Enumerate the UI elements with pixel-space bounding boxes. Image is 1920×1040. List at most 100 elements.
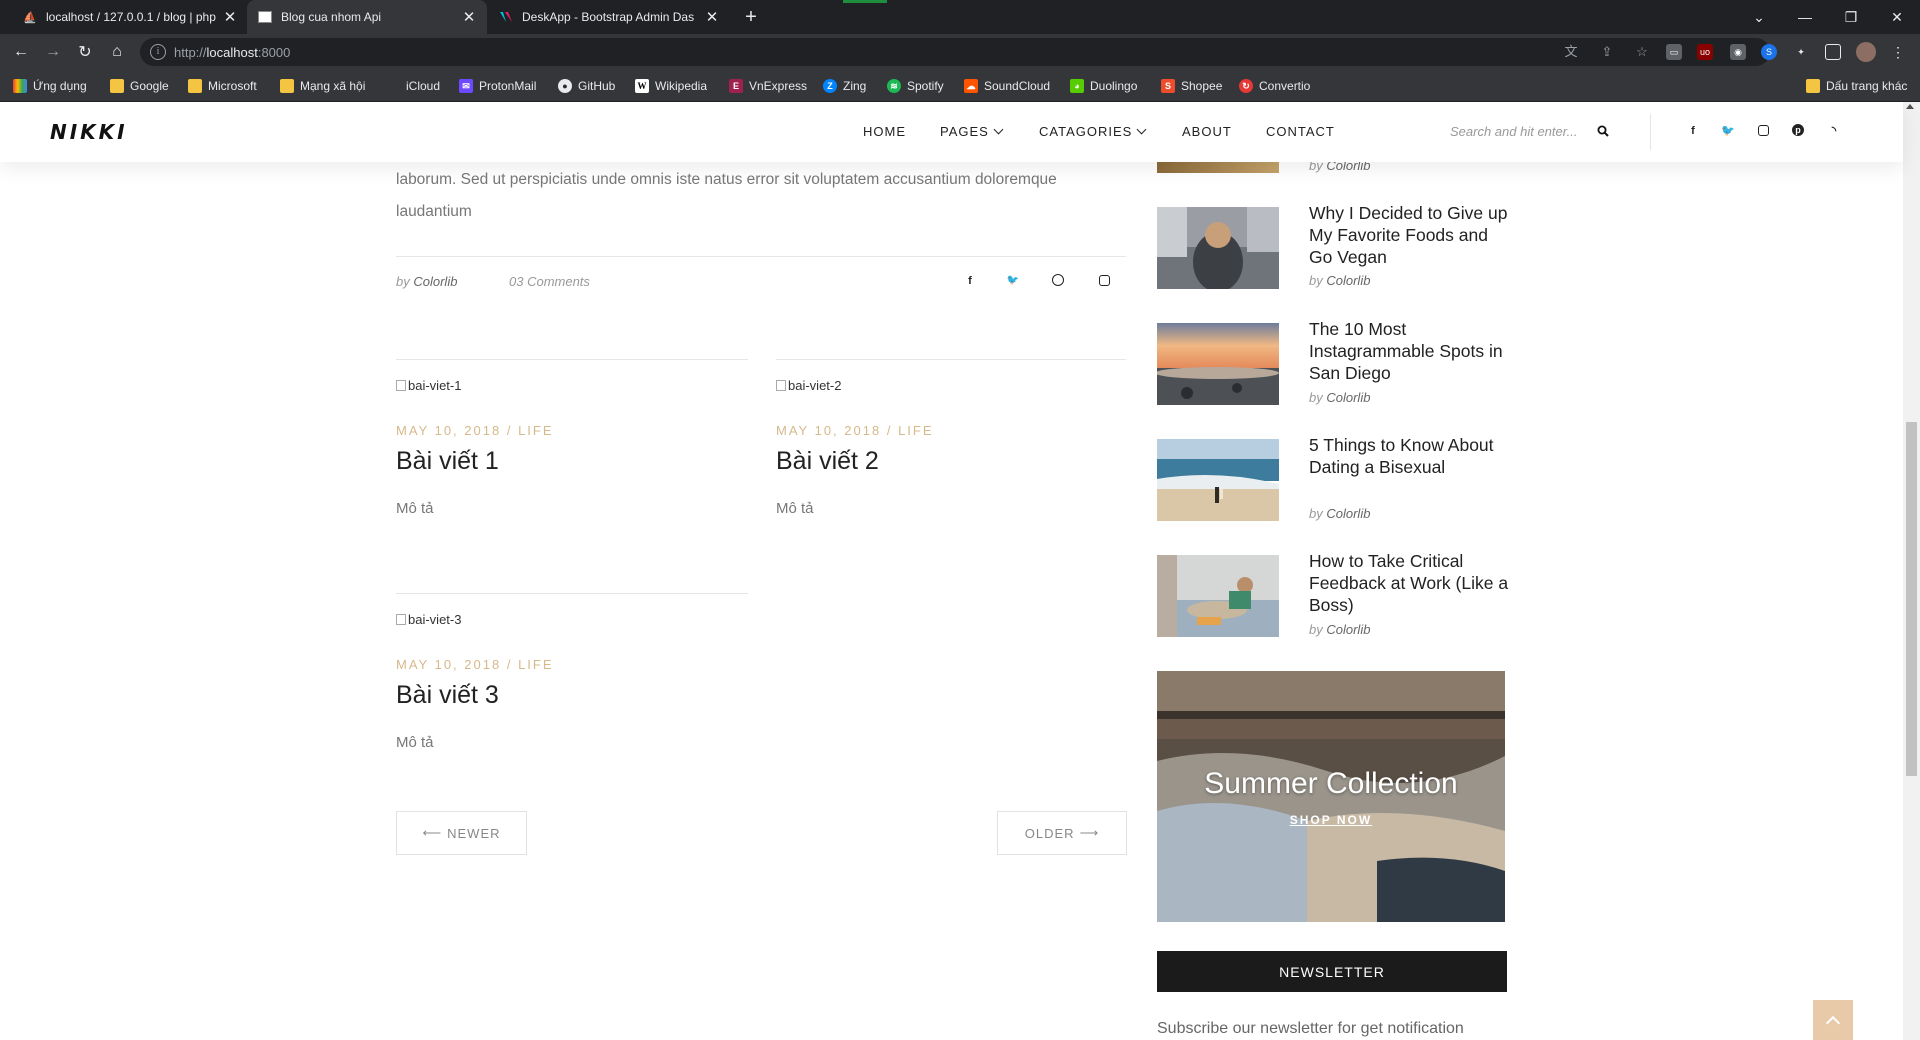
rss-icon[interactable]: ◝ — [1827, 124, 1841, 138]
bookmark-duolingo[interactable]: ◕ Duolingo — [1070, 76, 1137, 96]
bookmark-zing[interactable]: Z Zing — [823, 76, 866, 96]
tab-deskapp[interactable]: DeskApp - Bootstrap Admin Das ✕ — [488, 0, 730, 34]
post-title[interactable]: Bài viết 1 — [396, 447, 499, 476]
extension-blue-icon[interactable]: S — [1761, 44, 1777, 60]
close-tab-icon[interactable]: ✕ — [461, 8, 477, 26]
bookmark-vnexpress[interactable]: E VnExpress — [729, 76, 807, 96]
back-icon[interactable]: ← — [8, 39, 34, 65]
menu-contact[interactable]: CONTACT — [1266, 124, 1335, 139]
tab-search-icon[interactable]: ⌄ — [1736, 0, 1782, 34]
menu-pages[interactable]: PAGES — [940, 124, 1004, 139]
deskapp-icon — [498, 9, 514, 25]
address-bar[interactable]: i http://localhost:8000 文 ⇪ ☆ — [140, 38, 1770, 66]
sidebar-author: by Colorlib — [1309, 622, 1371, 637]
close-tab-icon[interactable]: ✕ — [704, 8, 720, 26]
bookmark-microsoft[interactable]: Microsoft — [188, 76, 257, 96]
shop-now-link[interactable]: SHOP NOW — [1157, 813, 1505, 827]
instagram-icon[interactable] — [1757, 124, 1771, 138]
profile-avatar[interactable] — [1856, 42, 1876, 62]
browser-toolbar: ← → ↻ ⌂ i http://localhost:8000 文 ⇪ ☆ ▭ … — [0, 34, 1920, 70]
post-image-broken[interactable]: bai-viet-3 — [396, 612, 461, 627]
share-instagram-icon[interactable] — [1098, 274, 1112, 288]
site-favicon-icon — [257, 9, 273, 25]
share-pinterest-icon[interactable] — [1052, 274, 1066, 288]
menu-home[interactable]: HOME — [863, 124, 906, 139]
side-panel-icon[interactable] — [1825, 44, 1841, 60]
site-info-icon[interactable]: i — [150, 44, 166, 60]
post-thumbnail[interactable] — [1157, 207, 1279, 289]
bookmark-shopee[interactable]: S Shopee — [1161, 76, 1222, 96]
minimize-button[interactable]: — — [1782, 0, 1828, 34]
pinterest-icon[interactable]: p — [1792, 124, 1806, 138]
bookmark-convertio[interactable]: ↻ Convertio — [1239, 76, 1310, 96]
menu-kebab-icon[interactable]: ⋮ — [1890, 44, 1906, 60]
soundcloud-icon: ☁ — [964, 79, 978, 93]
share-facebook-icon[interactable]: f — [963, 274, 977, 288]
translate-icon[interactable]: 文 — [1563, 44, 1579, 60]
newsletter-description: Subscribe our newsletter for get notific… — [1157, 1020, 1464, 1037]
sidebar-post-title[interactable]: How to Take Critical Feedback at Work (L… — [1309, 550, 1509, 616]
extensions-puzzle-icon[interactable]: ✦ — [1793, 44, 1809, 60]
bookmark-spotify[interactable]: ≋ Spotify — [887, 76, 944, 96]
browser-window: ⛵ localhost / 127.0.0.1 / blog | php ✕ B… — [0, 0, 1920, 1040]
bookmark-github[interactable]: ● GitHub — [558, 76, 615, 96]
post-meta: MAY 10, 2018 / LIFE — [776, 423, 934, 438]
facebook-icon[interactable]: f — [1686, 124, 1700, 138]
ublock-icon[interactable]: uo — [1697, 44, 1713, 60]
site-logo[interactable]: NIKKI — [50, 120, 128, 144]
phpmyadmin-icon: ⛵ — [23, 11, 37, 24]
bookmark-icloud[interactable]: iCloud — [386, 76, 440, 96]
apple-icon — [386, 79, 400, 93]
bookmark-other[interactable]: Dấu trang khác — [1806, 76, 1907, 96]
search-input[interactable]: Search and hit enter... — [1450, 124, 1577, 139]
media-icon[interactable]: ▭ — [1666, 44, 1682, 60]
menu-categories[interactable]: CATAGORIES — [1039, 124, 1147, 139]
tab-blog[interactable]: Blog cua nhom Api ✕ — [247, 0, 487, 34]
shopee-icon: S — [1161, 79, 1175, 93]
back-to-top-button[interactable] — [1813, 1000, 1853, 1040]
home-icon[interactable]: ⌂ — [104, 39, 130, 65]
close-window-button[interactable]: ✕ — [1874, 0, 1920, 34]
post-image-broken[interactable]: bai-viet-2 — [776, 378, 841, 393]
search-icon[interactable] — [1597, 125, 1609, 137]
bookmark-wikipedia[interactable]: W Wikipedia — [635, 76, 707, 96]
scrollbar-thumb[interactable] — [1906, 422, 1917, 776]
reload-icon[interactable]: ↻ — [72, 39, 98, 65]
post-title[interactable]: Bài viết 2 — [776, 447, 879, 476]
bookmark-protonmail[interactable]: ✉ ProtonMail — [459, 76, 536, 96]
bookmark-social[interactable]: Mạng xã hội — [280, 76, 365, 96]
share-icon[interactable]: ⇪ — [1599, 44, 1615, 60]
article-comments[interactable]: 03 Comments — [509, 274, 590, 289]
post-image-broken[interactable]: bai-viet-1 — [396, 378, 461, 393]
sidebar-author: by Colorlib — [1309, 506, 1371, 521]
older-button[interactable]: OLDER ⟶ — [997, 811, 1127, 855]
article-author: by Colorlib — [396, 274, 458, 289]
close-tab-icon[interactable]: ✕ — [222, 8, 238, 26]
new-tab-button[interactable]: + — [739, 5, 763, 29]
forward-icon[interactable]: → — [40, 39, 66, 65]
bookmark-google[interactable]: Google — [110, 76, 169, 96]
bookmark-soundcloud[interactable]: ☁ SoundCloud — [964, 76, 1050, 96]
twitter-icon[interactable]: 🐦 — [1721, 124, 1735, 138]
site-header: NIKKI HOME PAGES CATAGORIES ABOUT CONTAC… — [0, 102, 1903, 162]
sidebar-post-title[interactable]: Why I Decided to Give up My Favorite Foo… — [1309, 202, 1509, 268]
menu-about[interactable]: ABOUT — [1182, 124, 1232, 139]
restore-button[interactable]: ❐ — [1828, 0, 1874, 34]
tab-phpmyadmin[interactable]: ⛵ localhost / 127.0.0.1 / blog | php ✕ — [12, 0, 248, 34]
bookmark-apps[interactable]: Ứng dụng — [13, 76, 87, 96]
url-text[interactable]: http://localhost:8000 — [174, 45, 290, 60]
newer-button[interactable]: ⟵ NEWER — [396, 811, 527, 855]
summer-collection-banner[interactable]: Summer Collection SHOP NOW — [1157, 671, 1505, 922]
scroll-up-arrow[interactable] — [1906, 104, 1914, 109]
sidebar-post-title[interactable]: 5 Things to Know About Dating a Bisexual — [1309, 434, 1509, 478]
page-viewport: NIKKI HOME PAGES CATAGORIES ABOUT CONTAC… — [0, 102, 1920, 1040]
camera-icon[interactable]: ◉ — [1730, 44, 1746, 60]
share-twitter-icon[interactable]: 🐦 — [1006, 274, 1020, 288]
post-thumbnail[interactable] — [1157, 555, 1279, 637]
bookmark-star-icon[interactable]: ☆ — [1634, 44, 1650, 60]
post-title[interactable]: Bài viết 3 — [396, 681, 499, 710]
article-text: laborum. Sed ut perspiciatis unde omnis … — [396, 171, 1057, 188]
sidebar-post-title[interactable]: The 10 Most Instagrammable Spots in San … — [1309, 318, 1509, 384]
post-thumbnail[interactable] — [1157, 323, 1279, 405]
post-thumbnail[interactable] — [1157, 439, 1279, 521]
